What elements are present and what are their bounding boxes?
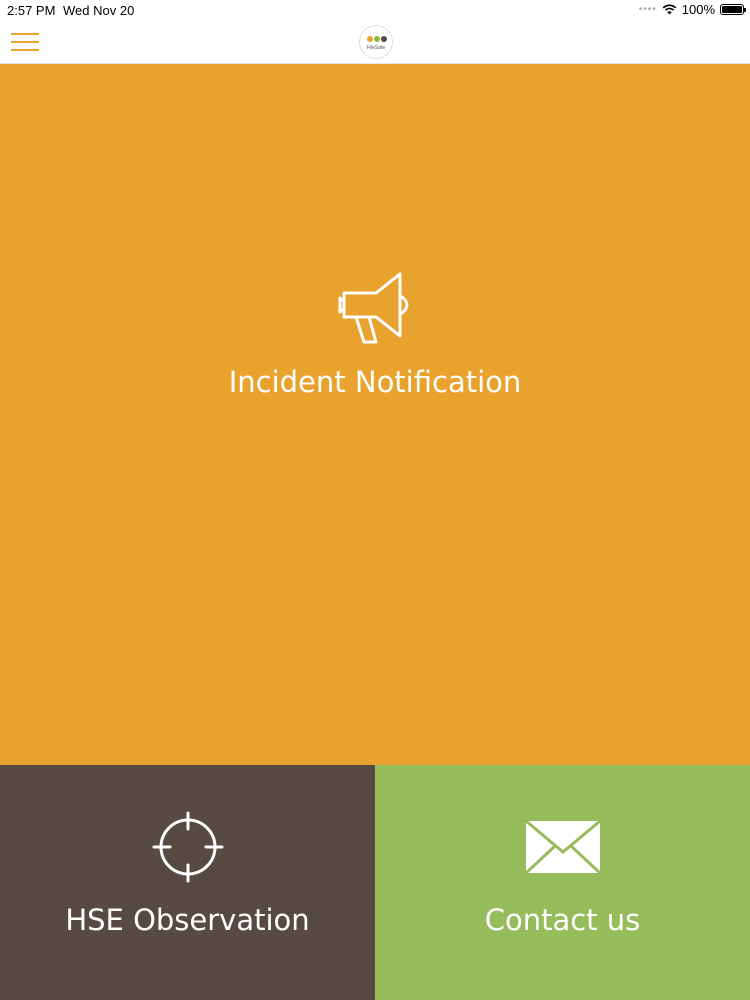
contact-us-label: Contact us [484,903,641,937]
hamburger-menu-icon[interactable] [10,30,40,54]
battery-icon [720,4,746,15]
hse-observation-label: HSE Observation [65,903,310,937]
status-time: 2:57 PM [7,3,56,18]
app-logo: FileSafe [359,25,393,59]
signal-dots-icon: •••• [638,4,657,15]
logo-dots [367,36,387,42]
nav-bar: FileSafe [0,22,750,64]
contact-us-tile[interactable]: Contact us [375,765,750,1000]
battery-percentage: 100% [681,2,715,17]
wifi-icon [662,4,677,15]
status-bar: 2:57 PM Wed Nov 20 •••• 100% [0,0,750,22]
crosshair-icon [152,811,224,883]
incident-notification-tile[interactable]: Incident Notification [0,64,750,765]
status-indicators: •••• 100% [638,2,746,17]
incident-notification-label: Incident Notification [228,365,522,399]
envelope-icon [525,820,601,874]
logo-text: FileSafe [366,45,386,51]
hse-observation-tile[interactable]: HSE Observation [0,765,375,1000]
megaphone-icon [338,272,409,344]
status-date: Wed Nov 20 [63,3,135,18]
